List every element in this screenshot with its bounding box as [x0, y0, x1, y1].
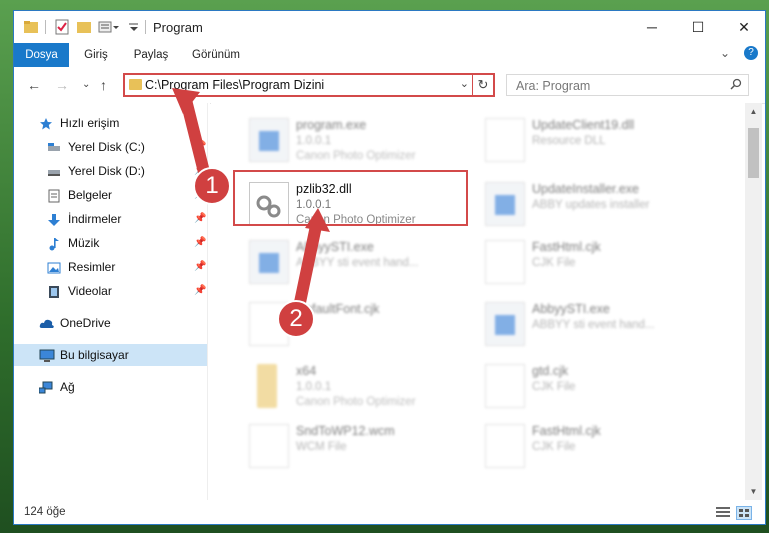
annotation-badge-2: 2 — [277, 300, 315, 338]
annotation-arrows — [172, 88, 330, 318]
annotation-badge-1: 1 — [193, 167, 231, 205]
